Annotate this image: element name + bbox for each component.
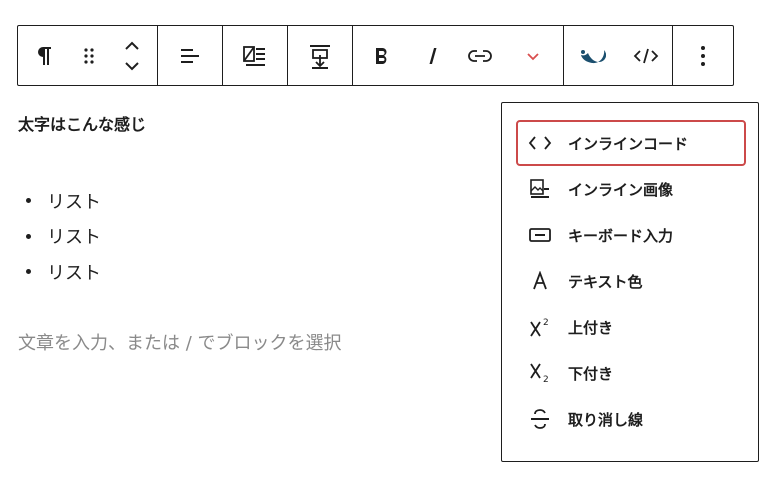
media-group	[223, 26, 288, 85]
align-left-icon	[180, 48, 199, 63]
bold-button[interactable]	[353, 26, 411, 85]
align-left-button[interactable]	[158, 26, 222, 85]
drag-handle-icon	[84, 47, 94, 64]
chevron-down-icon	[527, 52, 539, 60]
list-item[interactable]: リスト	[26, 219, 101, 255]
block-controls-group	[18, 26, 158, 85]
drag-handle-button[interactable]	[70, 26, 108, 85]
code-icon	[633, 48, 659, 63]
more-options-icon	[701, 45, 705, 66]
subscript-icon: 2	[526, 361, 554, 385]
menu-item-strikethrough[interactable]: 取り消し線	[516, 396, 746, 442]
vertical-align-button[interactable]	[288, 26, 352, 85]
menu-item-inline-code[interactable]: インラインコード	[516, 120, 746, 166]
block-toolbar	[17, 25, 734, 86]
bullet-icon	[26, 233, 31, 239]
menu-item-subscript[interactable]: 2 下付き	[516, 350, 746, 396]
code-button[interactable]	[620, 26, 672, 85]
list-item[interactable]: リスト	[26, 183, 101, 219]
paragraph-icon	[38, 46, 51, 65]
plugin-drop-icon	[581, 49, 606, 63]
inline-code-icon	[526, 131, 554, 155]
format-dropdown-menu: インラインコード インライン画像 キーボード入力 テキスト色 2 上付き 2 下…	[501, 102, 759, 462]
bullet-icon	[26, 198, 31, 204]
menu-item-superscript[interactable]: 2 上付き	[516, 304, 746, 350]
menu-item-text-color[interactable]: テキスト色	[516, 258, 746, 304]
options-group	[673, 26, 733, 85]
superscript-icon: 2	[526, 315, 554, 339]
svg-text:2: 2	[543, 375, 549, 384]
italic-button[interactable]	[411, 26, 455, 85]
italic-icon	[429, 47, 437, 64]
text-color-icon	[526, 269, 554, 293]
svg-text:2: 2	[543, 318, 549, 328]
plugin-drop-button[interactable]	[564, 26, 620, 85]
keyboard-input-icon	[526, 223, 554, 247]
bullet-icon	[26, 269, 31, 275]
format-group	[353, 26, 564, 85]
empty-block-placeholder[interactable]: 文章を入力、または / でブロックを選択	[18, 329, 342, 355]
move-up-down-icon	[124, 41, 139, 70]
bold-icon	[375, 47, 387, 64]
strikethrough-icon	[526, 407, 554, 431]
menu-item-inline-image[interactable]: インライン画像	[516, 166, 746, 212]
media-text-icon	[242, 45, 265, 66]
link-icon	[467, 49, 492, 62]
vertical-align-icon	[309, 44, 330, 69]
plugin-group	[564, 26, 673, 85]
bullet-list: リスト リスト リスト	[26, 183, 101, 290]
link-button[interactable]	[455, 26, 505, 85]
paragraph-button[interactable]	[18, 26, 70, 85]
more-options-button[interactable]	[673, 26, 733, 85]
move-up-down-button[interactable]	[108, 26, 155, 85]
bold-paragraph[interactable]: 太字はこんな感じ	[18, 111, 146, 135]
more-formats-button[interactable]	[505, 26, 562, 85]
inline-image-icon	[526, 177, 554, 201]
align-group	[158, 26, 223, 85]
media-text-button[interactable]	[223, 26, 287, 85]
vertical-align-group	[288, 26, 353, 85]
menu-item-keyboard-input[interactable]: キーボード入力	[516, 212, 746, 258]
list-item[interactable]: リスト	[26, 254, 101, 290]
